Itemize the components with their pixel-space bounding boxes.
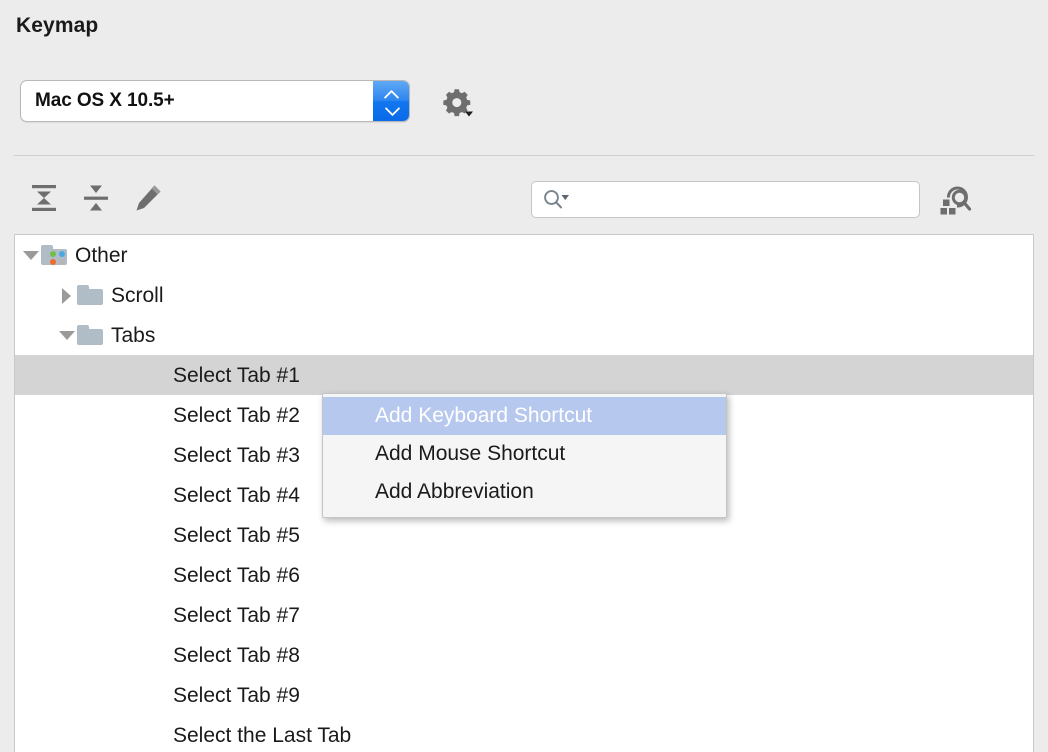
keymap-select[interactable]: Mac OS X 10.5+: [20, 80, 410, 122]
expand-all-button[interactable]: [22, 176, 66, 220]
find-by-shortcut-button[interactable]: [934, 180, 976, 220]
tree-node-label: Select Tab #8: [173, 643, 300, 667]
folder-icon: [77, 285, 103, 305]
search-box[interactable]: [531, 181, 920, 218]
folder-colored-icon: [41, 245, 67, 265]
collapse-all-button[interactable]: [74, 176, 118, 220]
tree-node-label: Select Tab #6: [173, 563, 300, 587]
tree-row[interactable]: Select Tab #9: [15, 675, 1033, 715]
context-menu[interactable]: Add Keyboard Shortcut Add Mouse Shortcut…: [322, 393, 727, 518]
gear-icon: [443, 89, 473, 117]
find-by-shortcut-icon: [940, 186, 972, 215]
tree-node-label: Select Tab #4: [173, 483, 300, 507]
tree-node-label: Tabs: [111, 323, 156, 347]
tree-row[interactable]: Select the Last Tab: [15, 715, 1033, 752]
tree-node-other[interactable]: Other: [15, 235, 1033, 275]
tree-node-label: Select Tab #5: [173, 523, 300, 547]
tree-toolbar: [0, 176, 1048, 232]
menu-item-label: Add Keyboard Shortcut: [375, 404, 593, 427]
edit-shortcut-button[interactable]: [126, 176, 170, 220]
expand-all-icon: [32, 185, 56, 211]
tree-row[interactable]: Select Tab #5: [15, 515, 1033, 555]
tree-node-label: Scroll: [111, 283, 164, 307]
menu-item-label: Add Mouse Shortcut: [375, 442, 566, 465]
chevron-down-icon[interactable]: [55, 324, 77, 346]
gear-dropdown-button[interactable]: [440, 86, 474, 118]
keymap-select-value: Mac OS X 10.5+: [35, 90, 175, 111]
stepper-updown-icon[interactable]: [373, 81, 409, 121]
chevron-down-icon[interactable]: [19, 244, 41, 266]
tree-row[interactable]: Select Tab #7: [15, 595, 1033, 635]
tree-node-label: Select the Last Tab: [173, 723, 352, 747]
search-dropdown-icon[interactable]: [542, 188, 572, 212]
tree-row[interactable]: Select Tab #6: [15, 555, 1033, 595]
chevron-down-icon: [384, 103, 399, 112]
chevron-up-icon: [384, 91, 399, 100]
pencil-edit-icon: [136, 185, 161, 211]
tree-node-tabs[interactable]: Tabs: [15, 315, 1033, 355]
menu-item-add-abbreviation[interactable]: Add Abbreviation: [323, 473, 726, 511]
tree-node-label: Select Tab #2: [173, 403, 300, 427]
search-input[interactable]: [572, 182, 919, 217]
keymap-selector-row: Mac OS X 10.5+: [0, 78, 1048, 126]
menu-item-add-keyboard-shortcut[interactable]: Add Keyboard Shortcut: [323, 397, 726, 435]
tree-node-label: Select Tab #3: [173, 443, 300, 467]
tree-row[interactable]: Select Tab #1: [15, 355, 1033, 395]
folder-icon: [77, 325, 103, 345]
page-title: Keymap: [16, 14, 99, 37]
section-divider: [14, 155, 1034, 156]
tree-row[interactable]: Select Tab #8: [15, 635, 1033, 675]
chevron-right-icon[interactable]: [55, 284, 77, 306]
collapse-all-icon: [84, 185, 108, 211]
tree-node-scroll[interactable]: Scroll: [15, 275, 1033, 315]
tree-node-label: Select Tab #7: [173, 603, 300, 627]
tree-node-label: Select Tab #1: [173, 363, 300, 387]
tree-node-label: Other: [75, 243, 128, 267]
menu-item-label: Add Abbreviation: [375, 480, 534, 503]
tree-node-label: Select Tab #9: [173, 683, 300, 707]
menu-item-add-mouse-shortcut[interactable]: Add Mouse Shortcut: [323, 435, 726, 473]
